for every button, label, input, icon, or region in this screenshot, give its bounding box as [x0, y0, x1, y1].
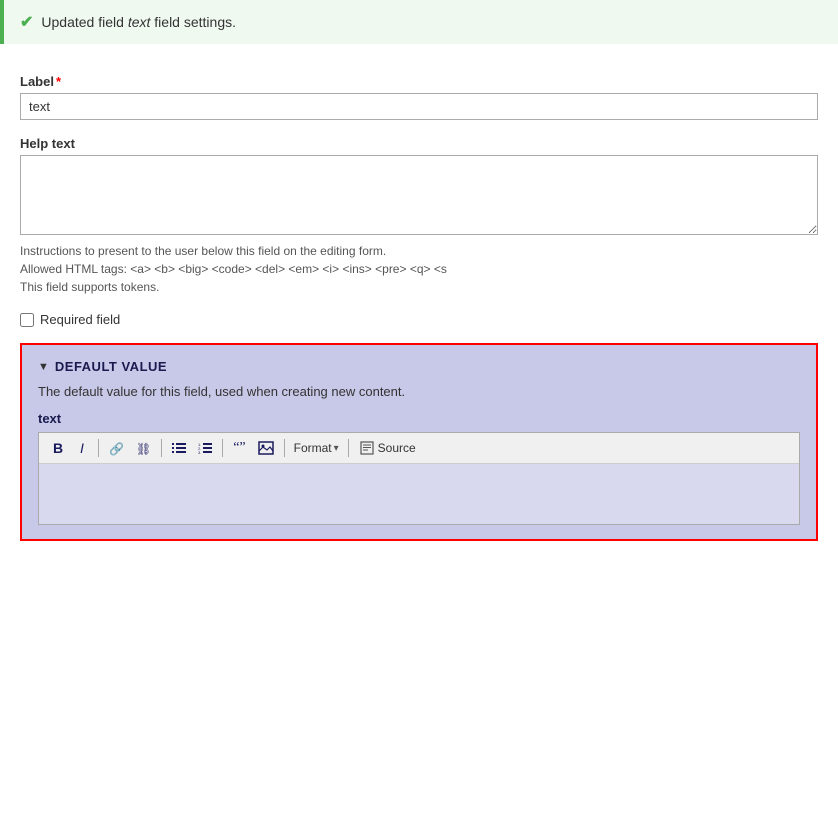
required-field-label: Required field: [40, 312, 120, 327]
required-marker: *: [56, 74, 61, 89]
section-description: The default value for this field, used w…: [38, 384, 800, 399]
image-icon: [258, 441, 274, 455]
link-button[interactable]: [104, 437, 129, 459]
section-header: ▼ DEFAULT VALUE: [38, 359, 800, 374]
source-label: Source: [378, 441, 416, 455]
format-arrow-icon: ▾: [334, 443, 339, 454]
ul-icon: [172, 442, 186, 454]
help-text-hint: Instructions to present to the user belo…: [20, 242, 818, 296]
separator-1: [98, 439, 99, 457]
separator-5: [348, 439, 349, 457]
blockquote-button[interactable]: “”: [228, 437, 250, 459]
separator-2: [161, 439, 162, 457]
default-value-section: ▼ DEFAULT VALUE The default value for th…: [20, 343, 818, 541]
unlink-button[interactable]: [131, 437, 156, 459]
success-banner: ✔ Updated field text field settings.: [0, 0, 838, 44]
svg-text:3.: 3.: [198, 450, 201, 454]
separator-4: [284, 439, 285, 457]
section-toggle-icon[interactable]: ▼: [38, 361, 49, 373]
help-text-field-group: Help text Instructions to present to the…: [20, 136, 818, 296]
label-input[interactable]: [20, 93, 818, 120]
ul-button[interactable]: [167, 437, 191, 459]
ol-button[interactable]: 1. 2. 3.: [193, 437, 217, 459]
source-icon: [360, 441, 374, 455]
required-field-checkbox[interactable]: [20, 313, 34, 327]
help-text-input[interactable]: [20, 155, 818, 235]
link-icon: [109, 441, 124, 456]
section-title: DEFAULT VALUE: [55, 359, 167, 374]
editor-toolbar: B I: [39, 433, 799, 464]
format-dropdown[interactable]: Format ▾: [290, 439, 343, 457]
success-icon: ✔: [20, 12, 33, 32]
image-button[interactable]: [253, 437, 279, 459]
ol-icon: 1. 2. 3.: [198, 442, 212, 454]
form-area: Label* Help text Instructions to present…: [0, 64, 838, 571]
help-text-label: Help text: [20, 136, 818, 151]
unlink-icon: [136, 441, 151, 456]
italic-button[interactable]: I: [71, 437, 93, 459]
bold-button[interactable]: B: [47, 437, 69, 459]
separator-3: [222, 439, 223, 457]
rich-text-editor: B I: [38, 432, 800, 525]
editor-content-area[interactable]: [39, 464, 799, 524]
label-field-label: Label*: [20, 74, 818, 89]
label-field-group: Label*: [20, 74, 818, 120]
required-field-row: Required field: [20, 312, 818, 327]
format-label: Format: [294, 441, 332, 455]
editor-field-label: text: [38, 411, 800, 426]
source-button[interactable]: Source: [354, 439, 422, 457]
success-message: Updated field text field settings.: [41, 14, 236, 30]
